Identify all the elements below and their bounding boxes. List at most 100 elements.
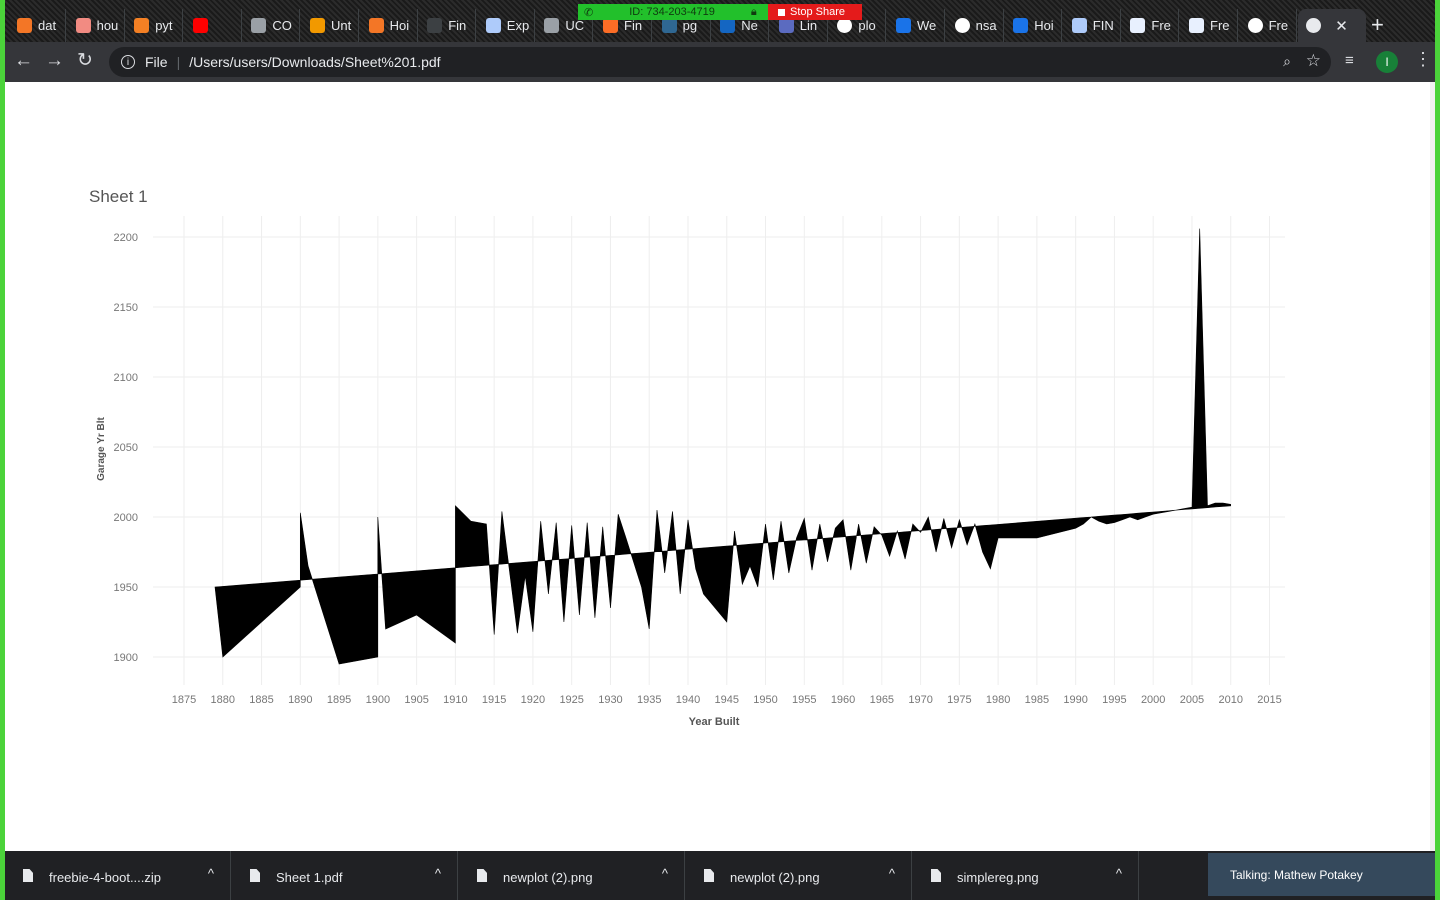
- chevron-up-icon[interactable]: ^: [662, 866, 668, 881]
- y-tick-label: 1950: [114, 582, 138, 594]
- download-item[interactable]: simplereg.png ^: [913, 851, 1139, 900]
- tab[interactable]: dat: [9, 9, 66, 42]
- tab-title: pg: [682, 18, 698, 33]
- tab-title: plo: [858, 18, 876, 33]
- tab[interactable]: Unt: [302, 9, 359, 42]
- x-tick-label: 1970: [908, 694, 932, 706]
- tab-title: Fre: [1151, 18, 1171, 33]
- globe-icon: [1247, 18, 1263, 33]
- back-button[interactable]: ←: [14, 50, 33, 72]
- tab[interactable]: Fre: [1240, 9, 1297, 42]
- chart-title: Sheet 1: [89, 187, 148, 206]
- tab-title: Exp: [506, 18, 530, 33]
- tableau-icon: [485, 18, 501, 33]
- x-tick-label: 1990: [1063, 694, 1087, 706]
- x-tick-label: 1960: [831, 694, 855, 706]
- reload-button[interactable]: ↻: [77, 50, 93, 72]
- x-tick-label: 1975: [947, 694, 971, 706]
- profile-avatar[interactable]: I: [1376, 51, 1398, 73]
- tab-title: FIN: [1092, 18, 1114, 33]
- x-tick-label: 1910: [443, 694, 467, 706]
- address-bar[interactable]: i File | /Users/users/Downloads/Sheet%20…: [109, 47, 1331, 77]
- chevron-up-icon[interactable]: ^: [208, 866, 214, 881]
- stop-icon: [778, 8, 785, 16]
- x-tick-label: 1915: [482, 694, 506, 706]
- download-item[interactable]: newplot (2).png ^: [686, 851, 912, 900]
- x-tick-label: 1920: [521, 694, 545, 706]
- tab[interactable]: Fre: [1122, 9, 1180, 42]
- download-item[interactable]: freebie-4-boot....zip ^: [5, 851, 231, 900]
- close-tab-icon[interactable]: ✕: [1335, 17, 1348, 35]
- tab[interactable]: hou: [68, 9, 125, 42]
- youtube-icon: [192, 18, 208, 33]
- tab[interactable]: We: [888, 9, 945, 42]
- github-icon: [251, 18, 267, 33]
- address-separator: |: [176, 54, 181, 70]
- tab[interactable]: Hoi: [361, 9, 418, 42]
- file-scheme-label: File: [145, 54, 168, 70]
- x-axis-ticks: 1875 1880 1885 1890 1895 1900 1905 1910 1915 1920…: [172, 694, 1282, 706]
- tab[interactable]: [185, 9, 242, 42]
- tab[interactable]: Exp: [478, 9, 535, 42]
- browser-menu-icon[interactable]: ⋮: [1414, 49, 1432, 70]
- y-tick-label: 2150: [114, 302, 138, 314]
- tab[interactable]: Fin: [419, 9, 477, 42]
- file-icon: [931, 869, 941, 882]
- x-tick-label: 1925: [559, 694, 583, 706]
- active-tab[interactable]: ✕: [1298, 9, 1367, 42]
- file-icon: [704, 869, 714, 882]
- x-axis-label: Year Built: [689, 716, 740, 728]
- x-tick-label: 1905: [404, 694, 428, 706]
- pdf-viewer: 1875 1880 1885 1890 1895 1900 1905 1910 1915 1920…: [5, 82, 1430, 851]
- share-meeting-id: ✆ ID: 734-203-4719 🔒︎: [578, 4, 768, 20]
- chevron-up-icon[interactable]: ^: [435, 866, 441, 881]
- x-tick-label: 1955: [792, 694, 816, 706]
- tab[interactable]: Hoi: [1005, 9, 1063, 42]
- x-tick-label: 1875: [172, 694, 196, 706]
- viewer-scrollbar[interactable]: [1430, 82, 1435, 851]
- x-tick-label: 1895: [327, 694, 351, 706]
- tab[interactable]: pyt: [126, 9, 184, 42]
- meeting-id-text: ID: 734-203-4719: [629, 6, 715, 18]
- zoom-icon[interactable]: ⌕: [1283, 53, 1291, 70]
- tab-title: CO: [272, 18, 292, 33]
- google-icon: [837, 18, 853, 33]
- code-icon: [1189, 18, 1204, 33]
- chart-icon: [778, 18, 794, 33]
- tab[interactable]: Fre: [1181, 9, 1238, 42]
- x-tick-label: 1885: [249, 694, 273, 706]
- chevron-up-icon[interactable]: ^: [1116, 866, 1122, 881]
- chevron-up-icon[interactable]: ^: [889, 866, 895, 881]
- document-icon: [75, 18, 91, 33]
- stop-share-label: Stop Share: [790, 6, 846, 18]
- jupyter-icon: [368, 18, 384, 33]
- download-name: freebie-4-boot....zip: [49, 870, 162, 885]
- x-tick-label: 1965: [870, 694, 894, 706]
- tab-title: pyt: [155, 18, 173, 33]
- new-tab-button[interactable]: +: [1371, 12, 1384, 38]
- blank-icon: [427, 18, 443, 33]
- file-icon: [250, 869, 260, 882]
- x-tick-label: 1985: [1025, 694, 1049, 706]
- forward-button[interactable]: →: [45, 50, 64, 72]
- url-text[interactable]: /Users/users/Downloads/Sheet%201.pdf: [189, 54, 440, 70]
- x-tick-label: 2005: [1180, 694, 1204, 706]
- bookmark-star-icon[interactable]: ☆: [1306, 51, 1321, 71]
- download-item[interactable]: Sheet 1.pdf ^: [232, 851, 458, 900]
- tab-title: Hoi: [1034, 18, 1054, 33]
- chart-grid: [153, 216, 1285, 685]
- info-icon[interactable]: i: [121, 55, 135, 69]
- download-item[interactable]: newplot (2).png ^: [459, 851, 685, 900]
- lock-icon: 🔒︎: [750, 5, 757, 18]
- tab[interactable]: CO: [243, 9, 301, 42]
- tab-title: Lin: [799, 18, 818, 33]
- tab[interactable]: nsa: [947, 9, 1004, 42]
- notebook-icon: [310, 18, 325, 33]
- stop-share-button[interactable]: Stop Share: [768, 4, 862, 20]
- area-series: [214, 228, 1231, 665]
- stackoverflow-icon: [134, 18, 150, 33]
- media-controls-icon[interactable]: ≡: [1345, 52, 1354, 69]
- tab[interactable]: FIN: [1064, 9, 1121, 42]
- chart-icon: [896, 18, 911, 33]
- talking-indicator: Talking: Mathew Potakey: [1208, 853, 1435, 896]
